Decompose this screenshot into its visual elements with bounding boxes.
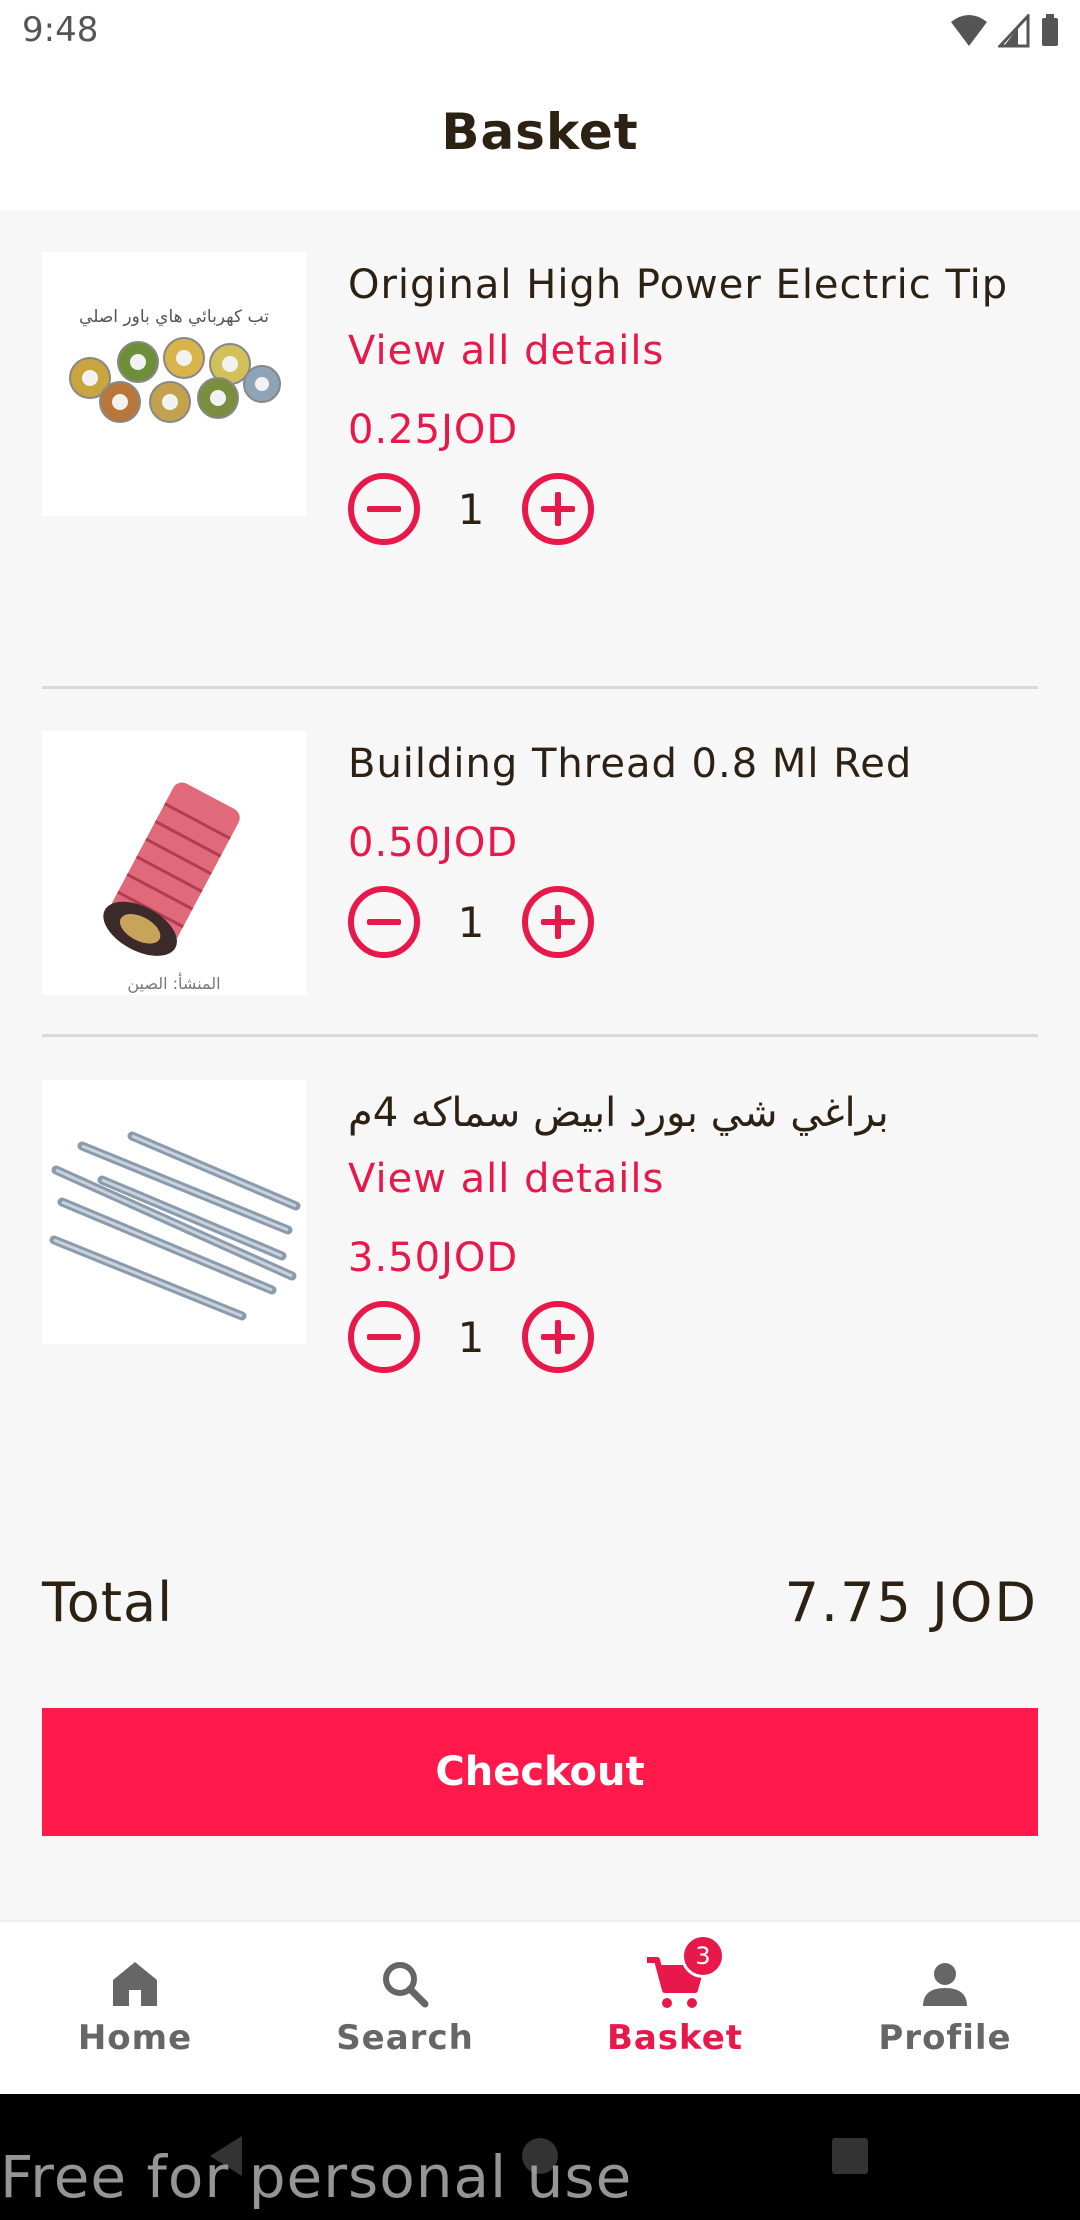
search-icon	[383, 1962, 429, 2008]
status-time: 9:48	[22, 10, 99, 50]
product-name: Building Thread 0.8 Ml Red	[348, 741, 913, 787]
increase-quantity-button[interactable]	[522, 1301, 594, 1373]
quantity-stepper: 1	[348, 885, 1038, 959]
status-icons	[950, 14, 1060, 48]
quantity-stepper: 1	[348, 1300, 1038, 1374]
increase-quantity-button[interactable]	[522, 473, 594, 545]
decrease-quantity-button[interactable]	[348, 886, 420, 958]
quantity-value: 1	[457, 1312, 485, 1362]
quantity-value: 1	[457, 897, 485, 947]
screws-image	[49, 1131, 301, 1321]
nav-item-search[interactable]: Search	[270, 1922, 540, 2094]
total-value: 7.75 JOD	[784, 1570, 1038, 1634]
increase-quantity-button[interactable]	[522, 886, 594, 958]
nav-item-home[interactable]: Home	[0, 1922, 270, 2094]
image-caption: المنشأ: الصين	[127, 972, 220, 994]
app-header: Basket	[0, 64, 1080, 210]
divider	[42, 1034, 1038, 1037]
status-bar: 9:48	[0, 0, 1080, 64]
product-price: 3.50JOD	[348, 1235, 519, 1281]
product-price: 0.50JOD	[348, 820, 519, 866]
cart-icon-wrap: 3	[645, 1934, 725, 2014]
item-info: Building Thread 0.8 Ml Red 0.50JOD 1	[348, 731, 1038, 959]
quantity-stepper: 1	[348, 472, 1038, 546]
product-name: براغي شي بورد ابيض سماكه 4م	[348, 1090, 889, 1136]
home-icon	[113, 1962, 157, 2006]
view-details-link[interactable]: View all details	[348, 1146, 1038, 1212]
thread-roll-image: المنشأ: الصين	[103, 782, 240, 994]
decrease-quantity-button[interactable]	[348, 1301, 420, 1373]
divider	[42, 686, 1038, 689]
nav-label: Basket	[606, 2018, 744, 2058]
watermark: Free for personal use	[0, 2143, 633, 2211]
product-name: Original High Power Electric Tip	[348, 262, 1009, 308]
page-title: Basket	[441, 103, 639, 161]
item-info: Original High Power Electric Tip View al…	[348, 252, 1038, 546]
decrease-quantity-button[interactable]	[348, 473, 420, 545]
bottom-nav: Home Search 3 Basket Profile	[0, 1920, 1080, 2094]
nav-item-basket[interactable]: 3 Basket	[540, 1922, 810, 2094]
person-icon	[923, 1963, 967, 2006]
nav-label: Profile	[878, 2018, 1012, 2058]
product-image[interactable]	[42, 1080, 306, 1344]
total-row: Total 7.75 JOD	[42, 1566, 1038, 1638]
product-image[interactable]: المنشأ: الصين	[42, 731, 306, 995]
total-label: Total	[42, 1570, 174, 1634]
item-info: براغي شي بورد ابيض سماكه 4م View all det…	[348, 1080, 1038, 1374]
view-details-link[interactable]: View all details	[348, 318, 1038, 384]
nav-item-profile[interactable]: Profile	[810, 1922, 1080, 2094]
electric-tape-image: تب كهربائي هاي باور اصلي	[69, 307, 281, 423]
product-price: 0.25JOD	[348, 407, 519, 453]
quantity-value: 1	[457, 484, 485, 534]
nav-label: Search	[336, 2018, 474, 2058]
wifi-icon	[951, 15, 987, 46]
cellular-signal-icon	[998, 14, 1030, 48]
recents-icon[interactable]	[830, 2134, 870, 2178]
nav-label: Home	[77, 2018, 193, 2058]
checkout-button[interactable]: Checkout	[42, 1708, 1038, 1836]
cart-count-badge: 3	[681, 1934, 725, 1978]
battery-icon	[1042, 14, 1058, 46]
image-caption: تب كهربائي هاي باور اصلي	[79, 307, 269, 327]
product-image[interactable]: تب كهربائي هاي باور اصلي	[42, 252, 306, 516]
